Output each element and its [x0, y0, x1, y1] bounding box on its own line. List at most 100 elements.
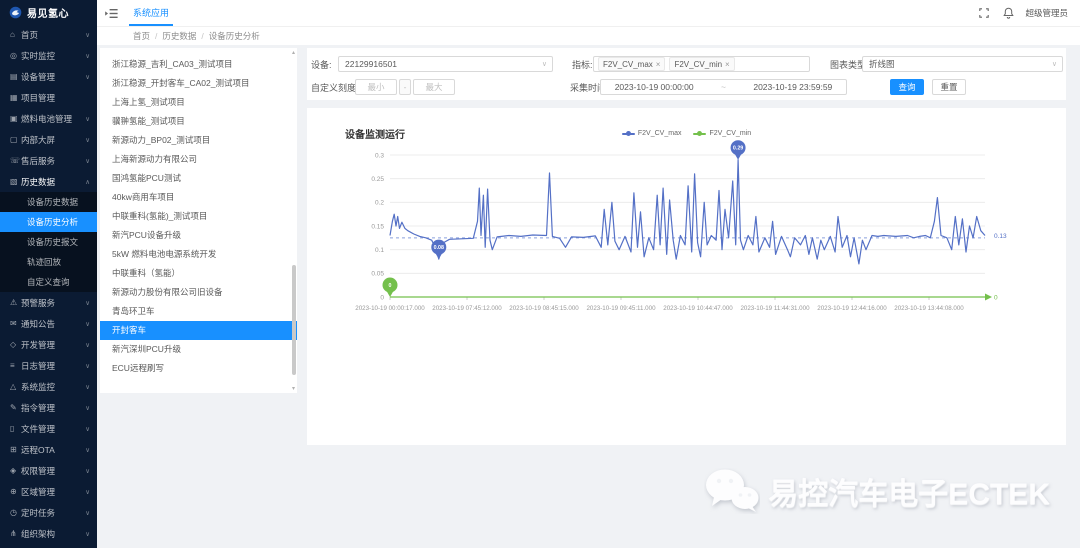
sidebar-item-9[interactable]: ✉通知公告∨ [0, 313, 97, 334]
time-end-value: 2023-10-19 23:59:59 [753, 82, 832, 92]
sidebar-item-7[interactable]: ▧历史数据∧ [0, 171, 97, 192]
legend-item[interactable]: F2V_CV_max [622, 130, 682, 137]
breadcrumb-item[interactable]: 历史数据 [162, 30, 196, 42]
project-list-item[interactable]: 新源动力_BP02_测试项目 [100, 131, 297, 150]
sidebar-item-12[interactable]: △系统监控∨ [0, 376, 97, 397]
metric-multiselect[interactable]: F2V_CV_max×F2V_CV_min× [593, 56, 810, 72]
sidebar-item-5[interactable]: ▢内部大屏∨ [0, 129, 97, 150]
scroll-down-icon[interactable]: ▾ [292, 385, 295, 392]
legend-marker [622, 133, 635, 135]
sidebar-item-19[interactable]: ⋔组织架构∨ [0, 523, 97, 544]
project-list-item[interactable]: 新汽深圳PCU升级 [100, 340, 297, 359]
remove-tag-icon[interactable]: × [656, 60, 661, 69]
sidebar-item-16[interactable]: ◈权限管理∨ [0, 460, 97, 481]
after-sales-icon: ☏ [10, 156, 21, 165]
marker-pin-label: 0 [389, 283, 392, 289]
project-list-item[interactable]: 中联重科(氢能)_测试项目 [100, 207, 297, 226]
sidebar-subitem-7-0[interactable]: 设备历史数据 [0, 192, 97, 212]
metric-tag[interactable]: F2V_CV_min× [669, 57, 734, 71]
series-end-label: 0 [994, 294, 998, 301]
admin-user[interactable]: 超级管理员 [1025, 7, 1068, 19]
project-list-item[interactable]: 青岛环卫车 [100, 302, 297, 321]
tab-system-apps[interactable]: 系统应用 [129, 0, 173, 26]
notification-bell-icon[interactable] [1001, 6, 1015, 20]
x-axis-tick-label: 2023-10-19 07:45:12.000 [432, 305, 502, 312]
sidebar-subitem-7-2[interactable]: 设备历史报文 [0, 232, 97, 252]
project-list-item[interactable]: 上海上氢_测试项目 [100, 93, 297, 112]
query-form-panel: 设备: 22129916501 ∨ 指标: F2V_CV_max×F2V_CV_… [307, 48, 1066, 100]
project-list-item[interactable]: 上海新源动力有限公司 [100, 150, 297, 169]
sidebar-item-15[interactable]: ⊞远程OTA∨ [0, 439, 97, 460]
query-button[interactable]: 查询 [890, 79, 924, 95]
list-scrollbar[interactable] [292, 265, 296, 375]
sidebar-item-label: 售后服务 [21, 155, 85, 167]
series-end-label: 0.13 [994, 233, 1007, 240]
chevron-down-icon: ∨ [85, 383, 92, 391]
reset-button[interactable]: 重置 [932, 79, 966, 95]
scale-max-input[interactable]: 最大 [413, 79, 455, 95]
sidebar-subitem-7-4[interactable]: 自定义查询 [0, 272, 97, 292]
series-line-F2V_CV_max [390, 160, 985, 264]
metric-tag[interactable]: F2V_CV_max× [598, 57, 665, 71]
sidebar-item-3[interactable]: ▦项目管理 [0, 87, 97, 108]
sidebar-item-label: 首页 [21, 29, 85, 41]
project-list-item[interactable]: 40kw商用车项目 [100, 188, 297, 207]
sidebar-subitem-7-1[interactable]: 设备历史分析 [0, 212, 97, 232]
sidebar-item-8[interactable]: ⚠预警服务∨ [0, 292, 97, 313]
legend-item[interactable]: F2V_CV_min [693, 130, 751, 137]
y-axis-tick-label: 0.2 [375, 200, 384, 207]
project-list-item[interactable]: 浙江稳源_吉利_CA03_测试项目 [100, 55, 297, 74]
project-list-item[interactable]: 5kW 燃料电池电源系统开发 [100, 245, 297, 264]
history-data-icon: ▧ [10, 177, 21, 186]
sidebar-subitem-7-3[interactable]: 轨迹回放 [0, 252, 97, 272]
collapse-menu-icon[interactable] [105, 6, 119, 20]
sidebar-item-6[interactable]: ☏售后服务∨ [0, 150, 97, 171]
project-list: 浙江稳源_吉利_CA03_测试项目浙江稳源_开封客车_CA02_测试项目上海上氢… [100, 55, 297, 378]
project-list-item[interactable]: ECU远程刷写 [100, 359, 297, 378]
scroll-up-icon[interactable]: ▴ [292, 49, 295, 56]
time-range-picker[interactable]: 2023-10-19 00:00:00 ~ 2023-10-19 23:59:5… [600, 79, 847, 95]
reset-button-label: 重置 [940, 81, 957, 93]
project-list-item[interactable]: 新汽PCU设备升级 [100, 226, 297, 245]
x-axis-tick-label: 2023-10-19 11:44:31.000 [740, 305, 810, 312]
sidebar-submenu: 设备历史数据设备历史分析设备历史报文轨迹回放自定义查询 [0, 192, 97, 292]
project-list-item[interactable]: 开封客车 [100, 321, 297, 340]
project-list-item[interactable]: 中联重科（氢能） [100, 264, 297, 283]
y-axis-tick-label: 0.1 [375, 247, 384, 254]
sidebar-item-14[interactable]: ▯文件管理∨ [0, 418, 97, 439]
sidebar-item-label: 系统监控 [21, 381, 85, 393]
project-list-item[interactable]: 骥翀氢能_测试项目 [100, 112, 297, 131]
breadcrumb-item[interactable]: 首页 [133, 30, 150, 42]
breadcrumb-item[interactable]: 设备历史分析 [209, 30, 260, 42]
logo[interactable]: 易见氢心 [0, 0, 97, 24]
command-management-icon: ✎ [10, 403, 21, 412]
sidebar-item-10[interactable]: ◇开发管理∨ [0, 334, 97, 355]
chart-type-select[interactable]: 折线图 ∨ [862, 56, 1063, 72]
sidebar-item-11[interactable]: ≡日志管理∨ [0, 355, 97, 376]
x-axis-tick-label: 2023-10-19 10:44:47.000 [663, 305, 733, 312]
breadcrumb: 首页/历史数据/设备历史分析 [133, 30, 260, 42]
sidebar-item-0[interactable]: ⌂首页∨ [0, 24, 97, 45]
sidebar-item-1[interactable]: ◎实时监控∨ [0, 45, 97, 66]
sidebar-item-2[interactable]: ▤设备管理∨ [0, 66, 97, 87]
metric-label: 指标: [572, 58, 593, 71]
project-list-item[interactable]: 国鸿氢能PCU测试 [100, 169, 297, 188]
sidebar-item-4[interactable]: ▣燃料电池管理∨ [0, 108, 97, 129]
sidebar-item-18[interactable]: ◷定时任务∨ [0, 502, 97, 523]
fullscreen-icon[interactable] [977, 6, 991, 20]
chart-canvas[interactable]: 0.30.250.20.150.10.0502023-10-19 00:00:1… [307, 108, 1066, 445]
sidebar-item-13[interactable]: ✎指令管理∨ [0, 397, 97, 418]
chevron-down-icon: ∨ [85, 404, 92, 412]
sidebar-menu: ⌂首页∨◎实时监控∨▤设备管理∨▦项目管理▣燃料电池管理∨▢内部大屏∨☏售后服务… [0, 24, 97, 548]
remove-tag-icon[interactable]: × [725, 60, 730, 69]
sidebar-item-17[interactable]: ⊕区域管理∨ [0, 481, 97, 502]
chevron-down-icon: ∨ [85, 467, 92, 475]
sidebar-item-label: 通知公告 [21, 318, 85, 330]
scale-min-input[interactable]: 最小 [355, 79, 397, 95]
app-root: 易见氢心 ⌂首页∨◎实时监控∨▤设备管理∨▦项目管理▣燃料电池管理∨▢内部大屏∨… [0, 0, 1080, 548]
chevron-down-icon: ∨ [85, 320, 92, 328]
metric-tag-label: F2V_CV_min [674, 60, 722, 69]
project-list-item[interactable]: 新源动力股份有限公司旧设备 [100, 283, 297, 302]
device-select[interactable]: 22129916501 ∨ [338, 56, 553, 72]
project-list-item[interactable]: 浙江稳源_开封客车_CA02_测试项目 [100, 74, 297, 93]
